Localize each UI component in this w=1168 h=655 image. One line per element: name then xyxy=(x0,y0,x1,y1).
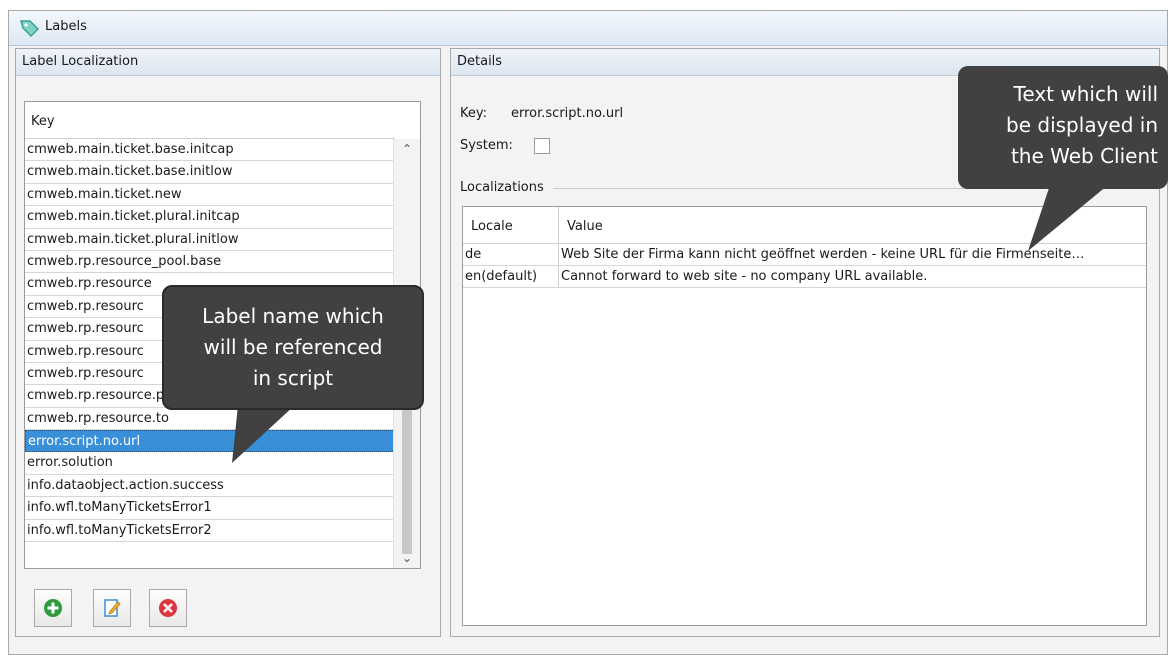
value-cell: Cannot forward to web site - no company … xyxy=(561,269,928,284)
locale-cell: en(default) xyxy=(465,269,538,284)
key-row[interactable]: error.solution xyxy=(25,452,395,475)
key-row[interactable]: cmweb.main.ticket.base.initcap xyxy=(25,139,395,162)
key-row[interactable]: cmweb.main.ticket.new xyxy=(25,184,395,207)
key-row[interactable]: info.wfl.toManyTicketsError2 xyxy=(25,520,395,543)
key-value: error.script.no.url xyxy=(511,106,624,121)
key-row[interactable]: info.dataobject.action.success xyxy=(25,475,395,498)
tag-icon xyxy=(20,20,40,38)
add-icon xyxy=(44,599,62,617)
window-title: Labels xyxy=(45,19,87,34)
key-label: Key: xyxy=(460,106,488,121)
locale-cell: de xyxy=(465,247,482,262)
key-column-label: Key xyxy=(31,114,55,129)
callout-left-pointer xyxy=(232,405,295,463)
scroll-down-icon[interactable]: ⌄ xyxy=(394,548,420,568)
system-label: System: xyxy=(460,138,513,153)
key-column-header[interactable]: Key xyxy=(25,102,395,139)
key-row[interactable]: cmweb.main.ticket.plural.initlow xyxy=(25,229,395,251)
callout-left-line: will be referenced xyxy=(203,335,383,359)
callout-right-line: be displayed in xyxy=(1006,113,1158,137)
localizations-table[interactable]: Locale Value de Web Site der Firma kann … xyxy=(462,206,1147,626)
key-row[interactable]: info.wfl.toManyTicketsError1 xyxy=(25,497,395,520)
key-row[interactable]: cmweb.main.ticket.base.initlow xyxy=(25,161,395,184)
callout-right-line: the Web Client xyxy=(1010,144,1158,168)
key-row[interactable]: cmweb.rp.resource_pool.base xyxy=(25,251,395,274)
callout-web-client-text: Text which will be displayed in the Web … xyxy=(958,66,1168,189)
localization-row[interactable]: en(default) Cannot forward to web site -… xyxy=(463,266,1146,288)
callout-left-line: Label name which xyxy=(202,304,384,328)
callout-right-line: Text which will xyxy=(1013,82,1158,106)
scroll-up-icon[interactable]: ⌃ xyxy=(394,139,420,159)
localizations-label: Localizations xyxy=(460,180,544,195)
label-localization-title: Label Localization xyxy=(22,54,139,69)
details-title: Details xyxy=(457,54,503,69)
edit-button[interactable] xyxy=(93,589,131,627)
locale-column-header[interactable]: Locale xyxy=(471,219,513,234)
key-row-selected[interactable]: error.script.no.url xyxy=(25,430,395,453)
key-row[interactable]: cmweb.main.ticket.plural.initcap xyxy=(25,206,395,229)
label-localization-header: Label Localization xyxy=(16,49,440,76)
add-button[interactable] xyxy=(34,589,72,627)
system-checkbox[interactable] xyxy=(534,138,550,154)
edit-icon xyxy=(104,599,121,617)
value-column-header[interactable]: Value xyxy=(567,219,603,234)
key-row[interactable]: cmweb.rp.resource.to xyxy=(25,408,395,431)
callout-label-name: Label name which will be referenced in s… xyxy=(162,285,424,410)
callout-right-pointer xyxy=(1028,185,1108,251)
delete-button[interactable] xyxy=(149,589,187,627)
callout-left-line: in script xyxy=(252,366,334,390)
title-bar: Labels xyxy=(9,11,1167,46)
delete-icon xyxy=(159,599,177,617)
